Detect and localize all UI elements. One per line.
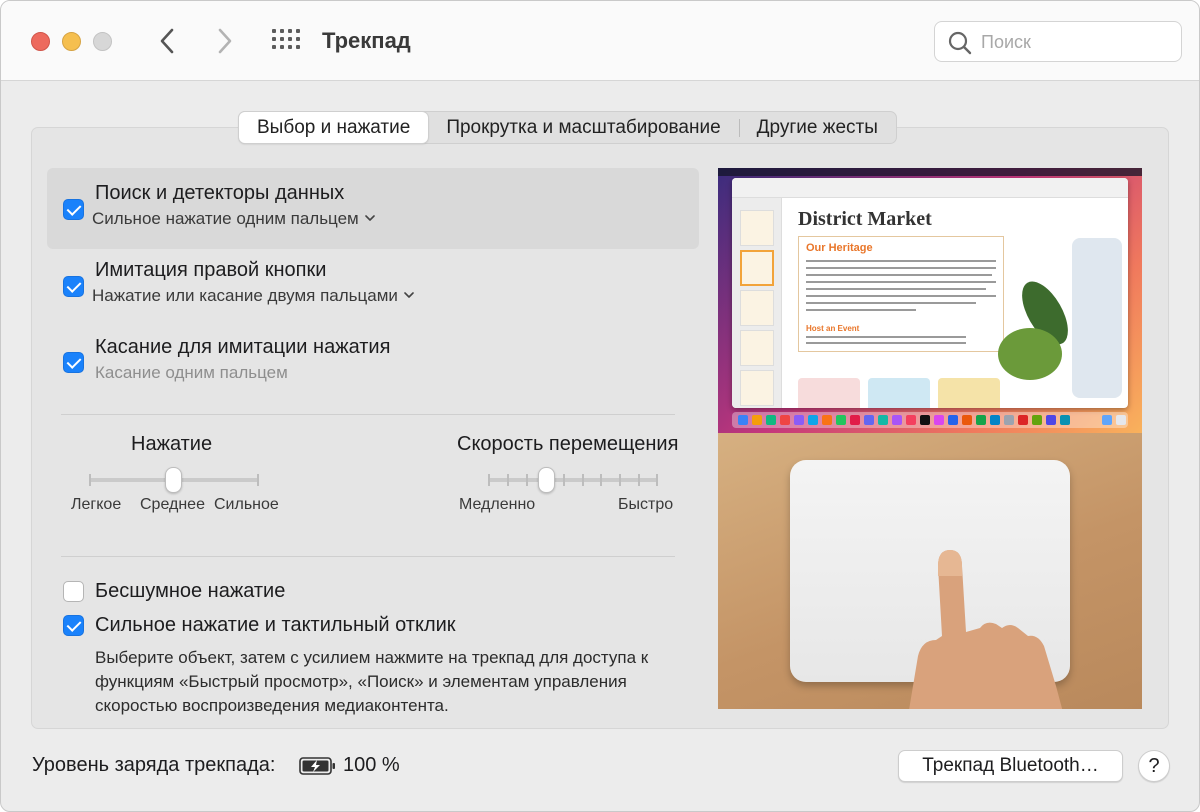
tap-to-click-checkbox[interactable] (63, 352, 84, 373)
doc-text-line (806, 260, 996, 262)
slider-tick (507, 474, 509, 486)
slider-tick (488, 474, 490, 486)
system-preferences-window: Трекпад Выбор и нажатие Прокрутка и масш… (0, 0, 1200, 812)
slider-tick (638, 474, 640, 486)
doc-tile (798, 378, 860, 408)
doc-subheading: Host an Event (806, 324, 860, 333)
minimize-window-button[interactable] (62, 32, 81, 51)
speed-slider-knob[interactable] (538, 467, 555, 493)
tab-bar: Выбор и нажатие Прокрутка и масштабирова… (238, 111, 897, 144)
dock-illustration (732, 412, 1128, 428)
chevron-down-icon (404, 292, 414, 298)
lookup-checkbox[interactable] (63, 199, 84, 220)
slider-tick (526, 474, 528, 486)
show-all-grid-icon[interactable] (272, 29, 300, 53)
zoom-window-button[interactable] (93, 32, 112, 51)
chevron-down-icon (364, 215, 375, 221)
menu-bar-illustration (718, 168, 1142, 176)
lookup-gesture-label: Сильное нажатие одним пальцем (92, 209, 359, 228)
lookup-gesture-dropdown[interactable]: Сильное нажатие одним пальцем (92, 209, 375, 229)
doc-text-line (806, 288, 986, 290)
mac-screen-illustration: District Market Our Heritage Host an Eve… (718, 168, 1142, 433)
click-slider-label-medium: Среднее (140, 496, 205, 513)
click-slider-label-firm: Сильное (214, 496, 279, 513)
tap-to-click-subtitle: Касание одним пальцем (95, 363, 288, 382)
doc-text-line (806, 267, 996, 269)
vegetable-illustration (998, 328, 1062, 380)
slider-tick (656, 474, 658, 486)
slider-tick (600, 474, 602, 486)
doc-text-line (806, 281, 996, 283)
page-thumbnail (740, 330, 774, 366)
slider-tick (619, 474, 621, 486)
gesture-preview-video: District Market Our Heritage Host an Eve… (718, 168, 1142, 709)
force-click-label: Сильное нажатие и тактильный отклик (95, 614, 456, 636)
doc-text-line (806, 274, 992, 276)
pages-toolbar-illustration (732, 178, 1128, 198)
back-button[interactable] (153, 25, 183, 57)
doc-text-line (806, 295, 996, 297)
divider (61, 414, 675, 415)
speed-slider-label-fast: Быстро (618, 496, 674, 513)
pages-thumbnails-illustration (732, 198, 782, 408)
click-slider-title: Нажатие (131, 433, 213, 455)
silent-click-checkbox[interactable] (63, 581, 84, 602)
doc-text-line (806, 336, 966, 338)
search-field[interactable] (934, 21, 1182, 62)
secondary-click-checkbox[interactable] (63, 276, 84, 297)
page-thumbnail (740, 250, 774, 286)
doc-text-line (806, 342, 966, 344)
doc-heading: Our Heritage (806, 242, 873, 254)
secondary-click-gesture-dropdown[interactable]: Нажатие или касание двумя пальцами (92, 286, 414, 306)
secondary-click-option-title: Имитация правой кнопки (95, 259, 327, 281)
battery-charging-icon (299, 757, 335, 775)
lookup-option-title: Поиск и детекторы данных (95, 182, 345, 204)
page-thumbnail (740, 210, 774, 246)
speed-slider-track[interactable] (488, 478, 658, 482)
side-panel-illustration (1072, 238, 1122, 398)
slider-tick (582, 474, 584, 486)
page-thumbnail (740, 370, 774, 406)
chevron-left-icon (160, 28, 174, 54)
page-thumbnail (740, 290, 774, 326)
tab-more-gestures[interactable]: Другие жесты (738, 112, 896, 143)
speed-slider-title: Скорость перемещения (457, 433, 679, 455)
tap-to-click-option-title: Касание для имитации нажатия (95, 336, 391, 358)
slider-tick (257, 474, 259, 486)
close-window-button[interactable] (31, 32, 50, 51)
click-slider-knob[interactable] (165, 467, 182, 493)
divider (61, 556, 675, 557)
window-title: Трекпад (322, 28, 411, 53)
search-input[interactable] (981, 28, 1171, 56)
forward-button[interactable] (209, 25, 239, 57)
click-slider-label-light: Легкое (71, 496, 122, 513)
tab-scroll-and-zoom[interactable]: Прокрутка и масштабирование (428, 112, 738, 143)
tab-point-and-click[interactable]: Выбор и нажатие (239, 112, 429, 143)
search-icon (948, 31, 972, 55)
force-click-checkbox[interactable] (63, 615, 84, 636)
pages-document-illustration: District Market Our Heritage Host an Eve… (732, 178, 1128, 408)
hand-icon (909, 550, 1063, 709)
chevron-right-icon (218, 28, 232, 54)
slider-tick (89, 474, 91, 486)
doc-tile (938, 378, 1000, 408)
slider-tick (563, 474, 565, 486)
title-bar: Трекпад (1, 1, 1199, 81)
secondary-click-gesture-label: Нажатие или касание двумя пальцами (92, 286, 398, 305)
silent-click-label: Бесшумное нажатие (95, 580, 286, 602)
battery-level-value: 100 % (343, 754, 400, 776)
speed-slider-label-slow: Медленно (459, 496, 536, 513)
doc-text-line (806, 309, 916, 311)
force-click-description: Выберите объект, затем с усилием нажмите… (95, 648, 649, 715)
bluetooth-trackpad-button[interactable]: Трекпад Bluetooth… (898, 750, 1123, 782)
battery-level-label: Уровень заряда трекпада: (32, 754, 276, 776)
doc-tile (868, 378, 930, 408)
doc-text-line (806, 302, 976, 304)
doc-title: District Market (798, 208, 932, 230)
help-button[interactable]: ? (1138, 750, 1170, 782)
